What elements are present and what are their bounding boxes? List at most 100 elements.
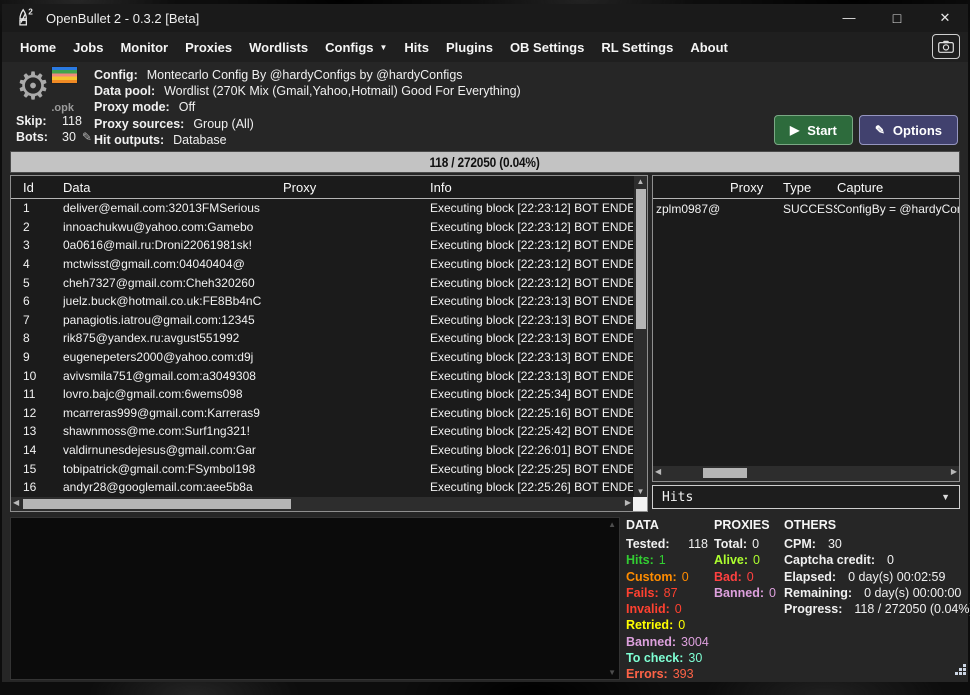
stat-total: Total: 0 <box>714 536 784 552</box>
cell-info: Executing block [22:25:16] BOT ENDED WI <box>430 405 633 420</box>
cell-info: Executing block [22:23:13] BOT ENDED WI <box>430 350 633 365</box>
start-button[interactable]: ▶ Start <box>773 115 853 145</box>
config-opk-icon: ⚙ .opk <box>16 66 78 114</box>
results-hscrollbar[interactable]: ◀ ▶ <box>11 497 633 511</box>
menu-item-wordlists[interactable]: Wordlists <box>249 40 308 55</box>
table-row[interactable]: 13 shawnmoss@me.com:Surf1ng321! Executing … <box>11 422 633 441</box>
table-row[interactable]: zplm0987@ SUCCESS ConfigBy = @hardyConf <box>653 199 959 218</box>
table-row[interactable]: 5 cheh7327@gmail.com:Cheh320260 Executing … <box>11 273 633 292</box>
table-row[interactable]: 8 rik875@yandex.ru:avgust551992 Executing … <box>11 329 633 348</box>
menu-item-about[interactable]: About <box>690 40 728 55</box>
cell-data: zplm0987@ <box>656 201 721 216</box>
data-pool-field: Data pool: Wordlist (270K Mix (Gmail,Yah… <box>94 83 960 99</box>
stat-value: 118 <box>688 537 708 551</box>
menu-bar: Home Jobs Monitor Proxies Wordlists Conf… <box>2 32 968 62</box>
stat-banned: Banned: 0 <box>714 585 784 601</box>
stat-label: Retried: <box>626 618 674 633</box>
proxy-sources-value: Group (All) <box>193 116 254 131</box>
scroll-up-icon[interactable]: ▲ <box>608 520 616 529</box>
table-row[interactable]: 11 lovro.bajc@gmail.com:6wems098 Executing… <box>11 385 633 404</box>
menu-item-hits[interactable]: Hits <box>404 40 429 55</box>
results-vscrollbar[interactable]: ▲ ▼ <box>633 176 647 497</box>
table-row[interactable]: 14 valdirnunesdejesus@gmail.com:Gar Execut… <box>11 441 633 460</box>
column-header-data[interactable]: Data <box>63 180 283 195</box>
openbullet-logo-icon: 2 <box>14 7 36 29</box>
cell-data: rik875@yandex.ru:avgust551992 <box>63 331 240 346</box>
cell-id: 15 <box>23 461 37 476</box>
table-row[interactable]: 12 mcarreras999@gmail.com:Karreras9 Execut… <box>11 404 633 423</box>
hscroll-thumb[interactable] <box>703 468 747 478</box>
table-row[interactable]: 16 andyr28@googlemail.com:aee5b8a Executin… <box>11 478 633 497</box>
edit-bots-icon[interactable]: ✎ <box>82 130 92 144</box>
table-row[interactable]: 7 panagiotis.iatrou@gmail.com:12345 Execut… <box>11 311 633 330</box>
cell-info: Executing block [22:23:12] BOT ENDED WI <box>430 238 633 253</box>
column-header-proxy[interactable]: Proxy <box>730 180 783 195</box>
menu-item-configs[interactable]: Configs ▼ <box>325 40 387 55</box>
column-header-info[interactable]: Info <box>430 180 633 195</box>
resize-grip-icon[interactable] <box>954 663 967 681</box>
scroll-down-icon[interactable]: ▼ <box>634 487 647 496</box>
table-row[interactable]: 10 avivsmila751@gmail.com:a3049308 Executi… <box>11 366 633 385</box>
scroll-left-icon[interactable]: ◀ <box>655 467 661 476</box>
table-row[interactable]: 2 innoachukwu@yahoo.com:Gamebo Executing b… <box>11 218 633 237</box>
skip-value: 118 <box>62 114 82 128</box>
table-row[interactable]: 4 mctwisst@gmail.com:04040404@ Executing b… <box>11 255 633 274</box>
scroll-down-icon[interactable]: ▼ <box>608 668 616 677</box>
column-header-type[interactable]: Type <box>783 180 837 195</box>
hits-filter-dropdown[interactable]: Hits ▼ <box>652 485 960 509</box>
table-row[interactable]: 15 tobipatrick@gmail.com:FSymbol198 Execut… <box>11 459 633 478</box>
cell-id: 2 <box>23 219 30 234</box>
menu-item-plugins[interactable]: Plugins <box>446 40 493 55</box>
stat-invalid: Invalid: 0 <box>626 601 714 617</box>
menu-item-ob-settings[interactable]: OB Settings <box>510 40 584 55</box>
menu-item-rl-settings[interactable]: RL Settings <box>601 40 673 55</box>
cell-data: mcarreras999@gmail.com:Karreras9 <box>63 405 260 420</box>
progress-text: 118 / 272050 (0.04%) <box>429 154 541 170</box>
menu-item-home[interactable]: Home <box>20 40 56 55</box>
stat-remaining: Remaining: 0 day(s) 00:00:00 <box>784 585 970 601</box>
cell-id: 14 <box>23 443 37 458</box>
column-header-capture[interactable]: Capture <box>837 180 959 195</box>
table-row[interactable]: 9 eugenepeters2000@yahoo.com:d9j Executing… <box>11 348 633 367</box>
stat-alive: Alive: 0 <box>714 552 784 568</box>
hscroll-thumb[interactable] <box>23 499 291 509</box>
cell-data: deliver@email.com:32013FMSerious <box>63 201 260 216</box>
table-row[interactable]: 3 0a0616@mail.ru:Droni22061981sk! Executin… <box>11 236 633 255</box>
column-header-id[interactable]: Id <box>23 180 63 195</box>
menu-item-proxies[interactable]: Proxies <box>185 40 232 55</box>
close-button[interactable]: ✕ <box>936 10 954 26</box>
minimize-button[interactable]: — <box>840 10 858 26</box>
proxy-mode-value: Off <box>178 100 196 115</box>
scroll-right-icon[interactable]: ▶ <box>625 498 631 507</box>
stat-retried: Retried: 0 <box>626 617 714 633</box>
cell-info: Executing block [22:23:13] BOT ENDED WI <box>430 331 633 346</box>
column-header-proxy[interactable]: Proxy <box>283 180 430 195</box>
scroll-left-icon[interactable]: ◀ <box>13 498 19 507</box>
proxy-sources-label: Proxy sources: <box>94 116 185 131</box>
scroll-up-icon[interactable]: ▲ <box>634 177 647 186</box>
cell-id: 4 <box>23 257 30 272</box>
stat-value: 30 <box>827 537 842 551</box>
stat-value: 118 / 272050 (0.04%) <box>854 602 970 617</box>
bots-label: Bots: <box>16 130 48 144</box>
stat-fails: Fails: 87 <box>626 585 714 601</box>
data-pool-value: Wordlist (270K Mix (Gmail,Yahoo,Hotmail)… <box>164 84 521 99</box>
maximize-button[interactable]: □ <box>888 10 906 26</box>
stat-value: 0 <box>769 585 776 600</box>
stats-column-proxies: PROXIES Total: 0 Alive: 0 Bad: 0 Banned: 0 <box>714 518 784 683</box>
vscroll-thumb[interactable] <box>636 189 646 329</box>
stat-captcha-credit: Captcha credit: 0 <box>784 552 970 568</box>
table-row[interactable]: 1 deliver@email.com:32013FMSerious Executi… <box>11 199 633 218</box>
job-progress-bar: 118 / 272050 (0.04%) <box>10 151 960 173</box>
options-button[interactable]: ✎ Options <box>858 115 958 145</box>
screenshot-button[interactable] <box>932 34 960 59</box>
menu-item-monitor[interactable]: Monitor <box>120 40 168 55</box>
table-row[interactable]: 6 juelz.buck@hotmail.co.uk:FE8Bb4nC Execut… <box>11 292 633 311</box>
cell-id: 13 <box>23 424 37 439</box>
hits-hscrollbar[interactable]: ◀ ▶ <box>653 466 959 481</box>
cell-id: 12 <box>23 405 37 420</box>
stat-label: Total: <box>714 537 748 551</box>
title-bar: 2 OpenBullet 2 - 0.3.2 [Beta] — □ ✕ <box>2 4 968 32</box>
menu-item-jobs[interactable]: Jobs <box>73 40 103 55</box>
scroll-right-icon[interactable]: ▶ <box>951 467 957 476</box>
